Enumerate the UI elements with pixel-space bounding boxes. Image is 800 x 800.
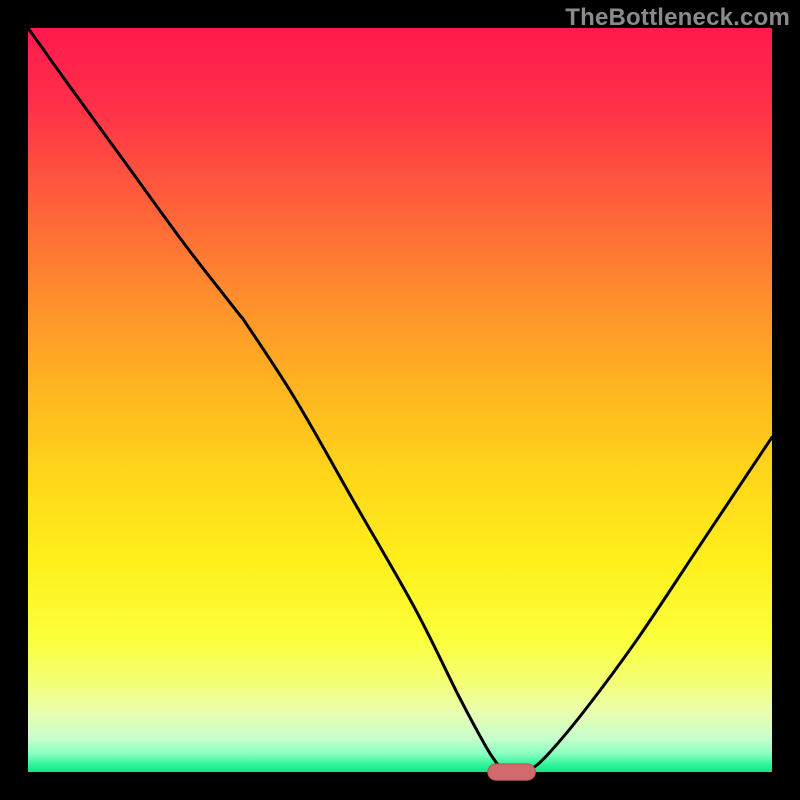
plot-area [28,28,772,772]
optimum-marker [488,764,536,780]
bottleneck-chart [0,0,800,800]
watermark-label: TheBottleneck.com [565,4,790,32]
